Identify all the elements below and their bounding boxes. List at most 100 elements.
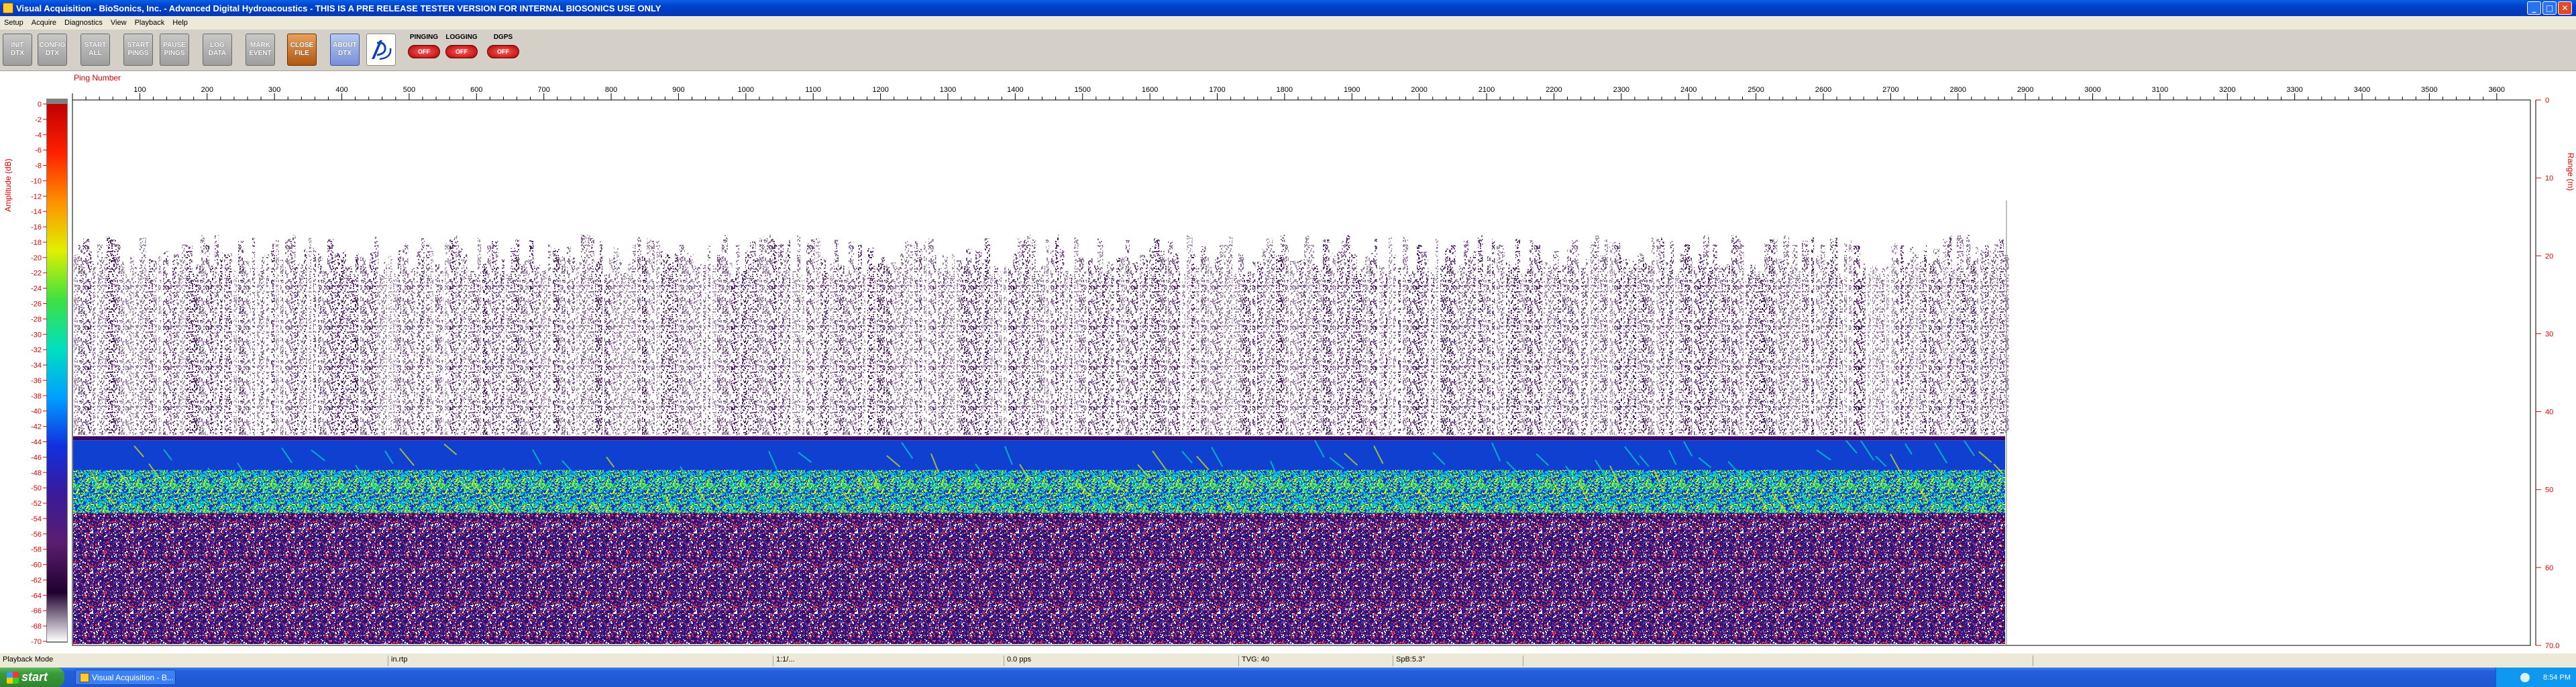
noise-column xyxy=(1149,246,1155,435)
echogram-panel[interactable]: 0 -2 -4 -6 -8 -10 -12 -14 -16 -18 -20 -22 -24 -26 -28 -… xyxy=(0,71,2576,653)
close-file-button[interactable]: CLOSE FILE xyxy=(287,34,317,66)
menu-view[interactable]: View xyxy=(107,19,131,27)
colorbar-tick-label: -24 xyxy=(31,285,42,293)
menu-diagnostics[interactable]: Diagnostics xyxy=(60,19,107,27)
x-tick-label: 3200 xyxy=(2219,86,2235,94)
noise-column xyxy=(323,271,328,435)
noise-column xyxy=(1586,258,1589,435)
start-pings-button[interactable]: START PINGS xyxy=(123,34,153,66)
noise-column xyxy=(1821,244,1825,435)
noise-column xyxy=(1938,262,1943,435)
noise-column xyxy=(1849,240,1853,435)
noise-column xyxy=(792,269,798,435)
noise-column xyxy=(1816,255,1821,435)
noise-column xyxy=(196,264,201,435)
colorbar-tick-label: -68 xyxy=(31,623,42,631)
noise-column xyxy=(233,270,237,435)
x-tick-label: 2600 xyxy=(1815,86,1831,94)
start-all-button[interactable]: START ALL xyxy=(80,34,110,66)
noise-column xyxy=(379,274,384,435)
noise-column xyxy=(1426,268,1430,435)
colorbar-tick-label: -64 xyxy=(31,592,42,600)
menu-playback[interactable]: Playback xyxy=(131,19,169,27)
noise-column xyxy=(1196,265,1199,435)
colorbar-tick-label: -10 xyxy=(31,177,42,185)
close-button[interactable]: ✕ xyxy=(2558,1,2572,15)
x-tick-label: 3400 xyxy=(2354,86,2370,94)
noise-column xyxy=(1915,254,1919,435)
biosonics-logo-icon xyxy=(366,34,396,66)
echogram-chart[interactable]: 0 -2 -4 -6 -8 -10 -12 -14 -16 -18 -20 -22 -24 -26 -28 -… xyxy=(0,71,2576,653)
log-data-button[interactable]: LOG DATA xyxy=(203,34,232,66)
menu-help[interactable]: Help xyxy=(168,19,192,27)
mark-event-button[interactable]: MARK EVENT xyxy=(246,34,275,66)
noise-column xyxy=(567,247,571,435)
noise-column xyxy=(215,235,219,435)
noise-column xyxy=(849,242,855,435)
noise-column xyxy=(1520,274,1525,435)
noise-column xyxy=(135,266,140,435)
noise-column xyxy=(125,274,130,435)
app-icon xyxy=(3,3,13,13)
noise-column xyxy=(543,270,548,435)
noise-column xyxy=(374,236,379,435)
noise-column xyxy=(248,268,252,435)
maximize-button[interactable]: □ xyxy=(2542,1,2557,15)
noise-column xyxy=(1013,253,1018,435)
noise-column xyxy=(1313,264,1318,435)
taskbar-item-visual-acquisition[interactable]: Visual Acquisition - B... xyxy=(75,670,176,685)
colorbar-tick-label: -34 xyxy=(31,362,42,370)
colorbar-tick-label: -6 xyxy=(35,147,42,155)
noise-column xyxy=(1980,250,1986,435)
noise-column xyxy=(318,252,323,435)
init-dtx-button[interactable]: INIT DTX xyxy=(3,34,32,66)
noise-column xyxy=(1750,264,1756,435)
x-tick-label: 700 xyxy=(538,86,550,94)
noise-column xyxy=(1281,235,1285,435)
noise-column xyxy=(205,243,210,435)
noise-column xyxy=(219,252,223,435)
tray-icon[interactable] xyxy=(2520,672,2530,682)
noise-column xyxy=(759,238,764,435)
noise-column xyxy=(1727,264,1731,435)
x-tick-label: 2400 xyxy=(1680,86,1697,94)
x-tick-label: 2300 xyxy=(1613,86,1629,94)
pause-pings-button[interactable]: PAUSE PINGS xyxy=(160,34,189,66)
noise-column xyxy=(985,238,990,435)
menu-acquire[interactable]: Acquire xyxy=(28,19,60,27)
noise-column xyxy=(102,257,107,435)
menu-setup[interactable]: Setup xyxy=(0,19,28,27)
noise-column xyxy=(210,264,214,435)
noise-column xyxy=(1511,267,1516,435)
minimize-button[interactable]: _ xyxy=(2527,1,2541,15)
colorbar-tick-label: -36 xyxy=(31,377,42,385)
noise-column xyxy=(562,253,566,435)
colorbar-tick-label: -16 xyxy=(31,223,42,231)
noise-column xyxy=(121,261,125,435)
config-dtx-button[interactable]: CONFIG DTX xyxy=(38,34,67,66)
noise-column xyxy=(1243,274,1248,435)
noise-column xyxy=(1004,266,1007,435)
start-button[interactable]: start xyxy=(0,668,64,687)
noise-column xyxy=(891,262,896,435)
noise-column xyxy=(966,248,971,435)
about-dtx-button[interactable]: ABOUT DTX xyxy=(330,34,360,66)
noise-column xyxy=(943,254,948,435)
noise-column xyxy=(698,264,702,435)
noise-column xyxy=(736,244,740,435)
range-tick-label: 10 xyxy=(2545,174,2553,182)
noise-column xyxy=(360,256,366,435)
noise-column xyxy=(928,238,934,435)
noise-column xyxy=(1971,261,1976,435)
noise-column xyxy=(506,273,511,435)
noise-column xyxy=(426,244,431,435)
status-rate: 0.0 pps xyxy=(1004,655,1031,666)
noise-column xyxy=(1619,255,1623,435)
noise-column xyxy=(877,262,882,435)
x-tick-label: 2500 xyxy=(1748,86,1764,94)
noise-column xyxy=(994,266,998,435)
noise-column xyxy=(276,240,279,435)
title-bar: Visual Acquisition - BioSonics, Inc. - A… xyxy=(0,0,2576,16)
noise-column xyxy=(266,254,270,435)
system-tray: 8:54 PM xyxy=(2496,668,2576,687)
